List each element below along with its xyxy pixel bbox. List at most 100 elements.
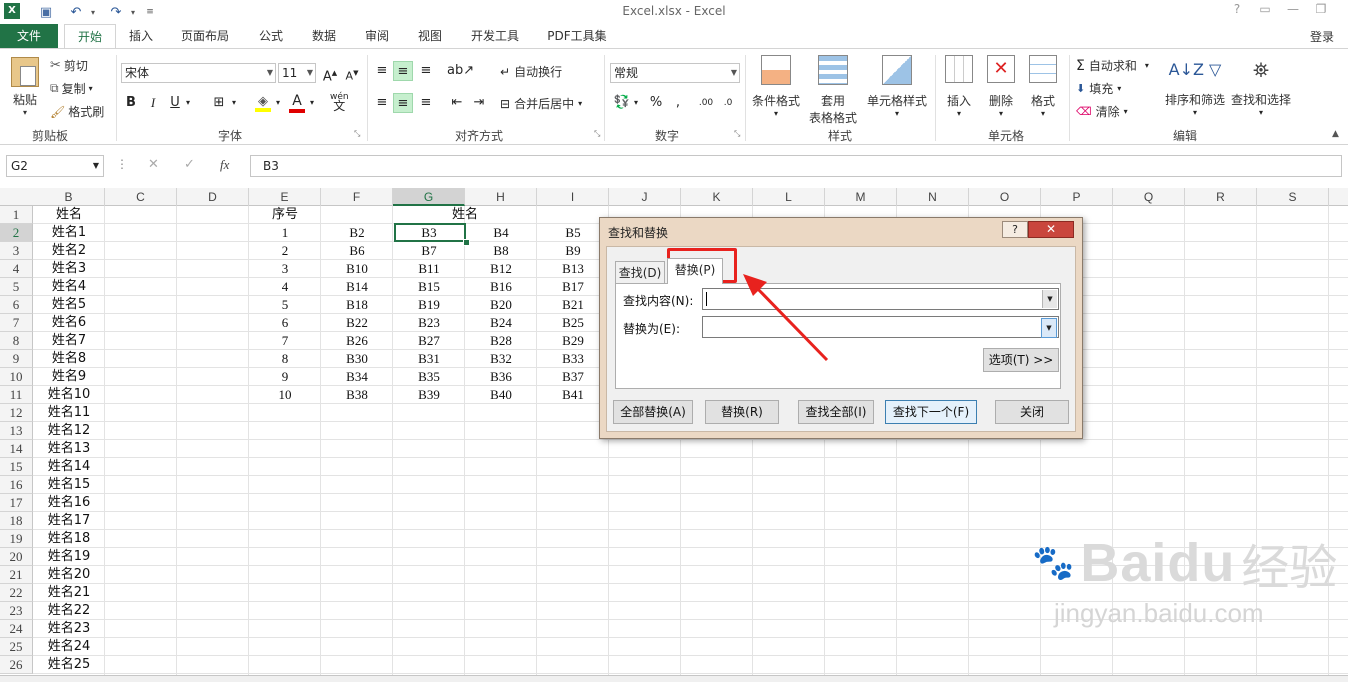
cell-e4[interactable]: 3 xyxy=(249,260,321,278)
cell-h3[interactable]: B8 xyxy=(465,242,537,260)
cell-b23[interactable]: 姓名22 xyxy=(33,602,105,620)
column-header-l[interactable]: L xyxy=(753,188,825,206)
tab-replace[interactable]: 替换(P) xyxy=(667,258,723,284)
tab-file[interactable]: 文件 xyxy=(0,24,58,48)
cell-h8[interactable]: B28 xyxy=(465,332,537,350)
sign-in-link[interactable]: 登录 xyxy=(1310,28,1334,45)
font-dialog-launcher-icon[interactable]: ⤡ xyxy=(354,129,360,139)
tab-developer[interactable]: 开发工具 xyxy=(462,24,528,48)
row-header-12[interactable]: 12 xyxy=(0,404,33,422)
collapse-ribbon-icon[interactable]: ▲ xyxy=(1332,129,1339,139)
cell-e9[interactable]: 8 xyxy=(249,350,321,368)
insert-cells-button[interactable]: 插入 ▾ xyxy=(940,55,978,118)
cell-b26[interactable]: 姓名25 xyxy=(33,656,105,674)
cell-b21[interactable]: 姓名20 xyxy=(33,566,105,584)
accounting-format-icon[interactable]: 💱 xyxy=(612,93,632,113)
underline-dropdown-icon[interactable]: ▾ xyxy=(182,93,194,113)
font-color-icon[interactable]: A xyxy=(288,93,306,113)
cell-h9[interactable]: B32 xyxy=(465,350,537,368)
italic-icon[interactable]: I xyxy=(143,93,163,113)
cell-g8[interactable]: B27 xyxy=(393,332,465,350)
dialog-help-button[interactable]: ? xyxy=(1002,221,1028,238)
column-header-f[interactable]: F xyxy=(321,188,393,206)
cell-h11[interactable]: B40 xyxy=(465,386,537,404)
cell-b9[interactable]: 姓名8 xyxy=(33,350,105,368)
row-header-4[interactable]: 4 xyxy=(0,260,33,278)
format-cells-button[interactable]: 格式 ▾ xyxy=(1024,55,1062,118)
tab-pdf-tools[interactable]: PDF工具集 xyxy=(540,24,614,48)
row-header-22[interactable]: 22 xyxy=(0,584,33,602)
column-header-h[interactable]: H xyxy=(465,188,537,206)
tab-insert[interactable]: 插入 xyxy=(120,24,162,48)
cell-h5[interactable]: B16 xyxy=(465,278,537,296)
tab-page-layout[interactable]: 页面布局 xyxy=(172,24,238,48)
cell-h2[interactable]: B4 xyxy=(465,224,537,242)
row-header-6[interactable]: 6 xyxy=(0,296,33,314)
cell-f9[interactable]: B30 xyxy=(321,350,393,368)
cell-g3[interactable]: B7 xyxy=(393,242,465,260)
fill-color-dropdown-icon[interactable]: ▾ xyxy=(272,93,284,113)
number-dialog-launcher-icon[interactable]: ⤡ xyxy=(734,129,740,139)
column-header-e[interactable]: E xyxy=(249,188,321,206)
column-header-k[interactable]: K xyxy=(681,188,753,206)
column-header-n[interactable]: N xyxy=(897,188,969,206)
row-header-23[interactable]: 23 xyxy=(0,602,33,620)
column-header-j[interactable]: J xyxy=(609,188,681,206)
tab-data[interactable]: 数据 xyxy=(303,24,345,48)
align-right-icon[interactable]: ≡ xyxy=(416,93,436,113)
column-header-i[interactable]: I xyxy=(537,188,609,206)
row-header-10[interactable]: 10 xyxy=(0,368,33,386)
cell-e3[interactable]: 2 xyxy=(249,242,321,260)
row-header-15[interactable]: 15 xyxy=(0,458,33,476)
wrap-text-button[interactable]: ↵ 自动换行 xyxy=(500,63,562,80)
cell-b25[interactable]: 姓名24 xyxy=(33,638,105,656)
confirm-entry-icon[interactable]: ✓ xyxy=(184,157,195,172)
increase-decimal-icon[interactable]: .00 xyxy=(696,93,716,113)
close-button[interactable]: 关闭 xyxy=(995,400,1069,424)
row-header-8[interactable]: 8 xyxy=(0,332,33,350)
cell-b24[interactable]: 姓名23 xyxy=(33,620,105,638)
increase-font-icon[interactable]: A▲ xyxy=(320,63,340,84)
merge-center-button[interactable]: ⊟ 合并后居中 ▾ xyxy=(500,95,582,112)
font-color-dropdown-icon[interactable]: ▾ xyxy=(306,93,318,113)
cell-b22[interactable]: 姓名21 xyxy=(33,584,105,602)
tab-home[interactable]: 开始 xyxy=(64,24,116,49)
cell-f10[interactable]: B34 xyxy=(321,368,393,386)
align-left-icon[interactable]: ≡ xyxy=(372,93,392,113)
clear-button[interactable]: ⌫ 清除 ▾ xyxy=(1076,103,1128,120)
cell-b19[interactable]: 姓名18 xyxy=(33,530,105,548)
borders-dropdown-icon[interactable]: ▾ xyxy=(228,93,240,113)
paste-button[interactable]: 粘贴 ▾ xyxy=(8,55,42,119)
cell-f3[interactable]: B6 xyxy=(321,242,393,260)
alignment-dialog-launcher-icon[interactable]: ⤡ xyxy=(594,129,600,139)
cell-b2[interactable]: 姓名1 xyxy=(33,224,105,242)
row-header-14[interactable]: 14 xyxy=(0,440,33,458)
sort-filter-button[interactable]: A↓Z ▽ 排序和筛选 ▾ xyxy=(1164,55,1226,117)
cell-e6[interactable]: 5 xyxy=(249,296,321,314)
cell-g11[interactable]: B39 xyxy=(393,386,465,404)
decrease-indent-icon[interactable]: ⇤ xyxy=(447,93,467,113)
copy-button[interactable]: ⧉ 复制 ▾ xyxy=(50,80,93,97)
options-button[interactable]: 选项(T) >> xyxy=(983,348,1059,372)
align-middle-icon[interactable]: ≡ xyxy=(393,61,413,81)
cell-styles-button[interactable]: 单元格样式 ▾ xyxy=(864,55,930,118)
cell-e7[interactable]: 6 xyxy=(249,314,321,332)
cell-e10[interactable]: 9 xyxy=(249,368,321,386)
cell-b16[interactable]: 姓名15 xyxy=(33,476,105,494)
cell-g6[interactable]: B19 xyxy=(393,296,465,314)
cell-g5[interactable]: B15 xyxy=(393,278,465,296)
number-format-select[interactable]: 常规 ▼ xyxy=(610,63,740,83)
decrease-decimal-icon[interactable]: .0 xyxy=(718,93,738,113)
row-header-7[interactable]: 7 xyxy=(0,314,33,332)
cell-b7[interactable]: 姓名6 xyxy=(33,314,105,332)
dialog-close-button[interactable]: ✕ xyxy=(1028,221,1074,238)
cell-b10[interactable]: 姓名9 xyxy=(33,368,105,386)
cell-g4[interactable]: B11 xyxy=(393,260,465,278)
font-name-select[interactable]: 宋体 ▼ xyxy=(121,63,276,83)
cell-e1[interactable]: 序号 xyxy=(249,206,321,224)
cell-e8[interactable]: 7 xyxy=(249,332,321,350)
restore-icon[interactable]: ❐ xyxy=(1306,2,1336,20)
cell-b3[interactable]: 姓名2 xyxy=(33,242,105,260)
column-header-m[interactable]: M xyxy=(825,188,897,206)
cell-b6[interactable]: 姓名5 xyxy=(33,296,105,314)
